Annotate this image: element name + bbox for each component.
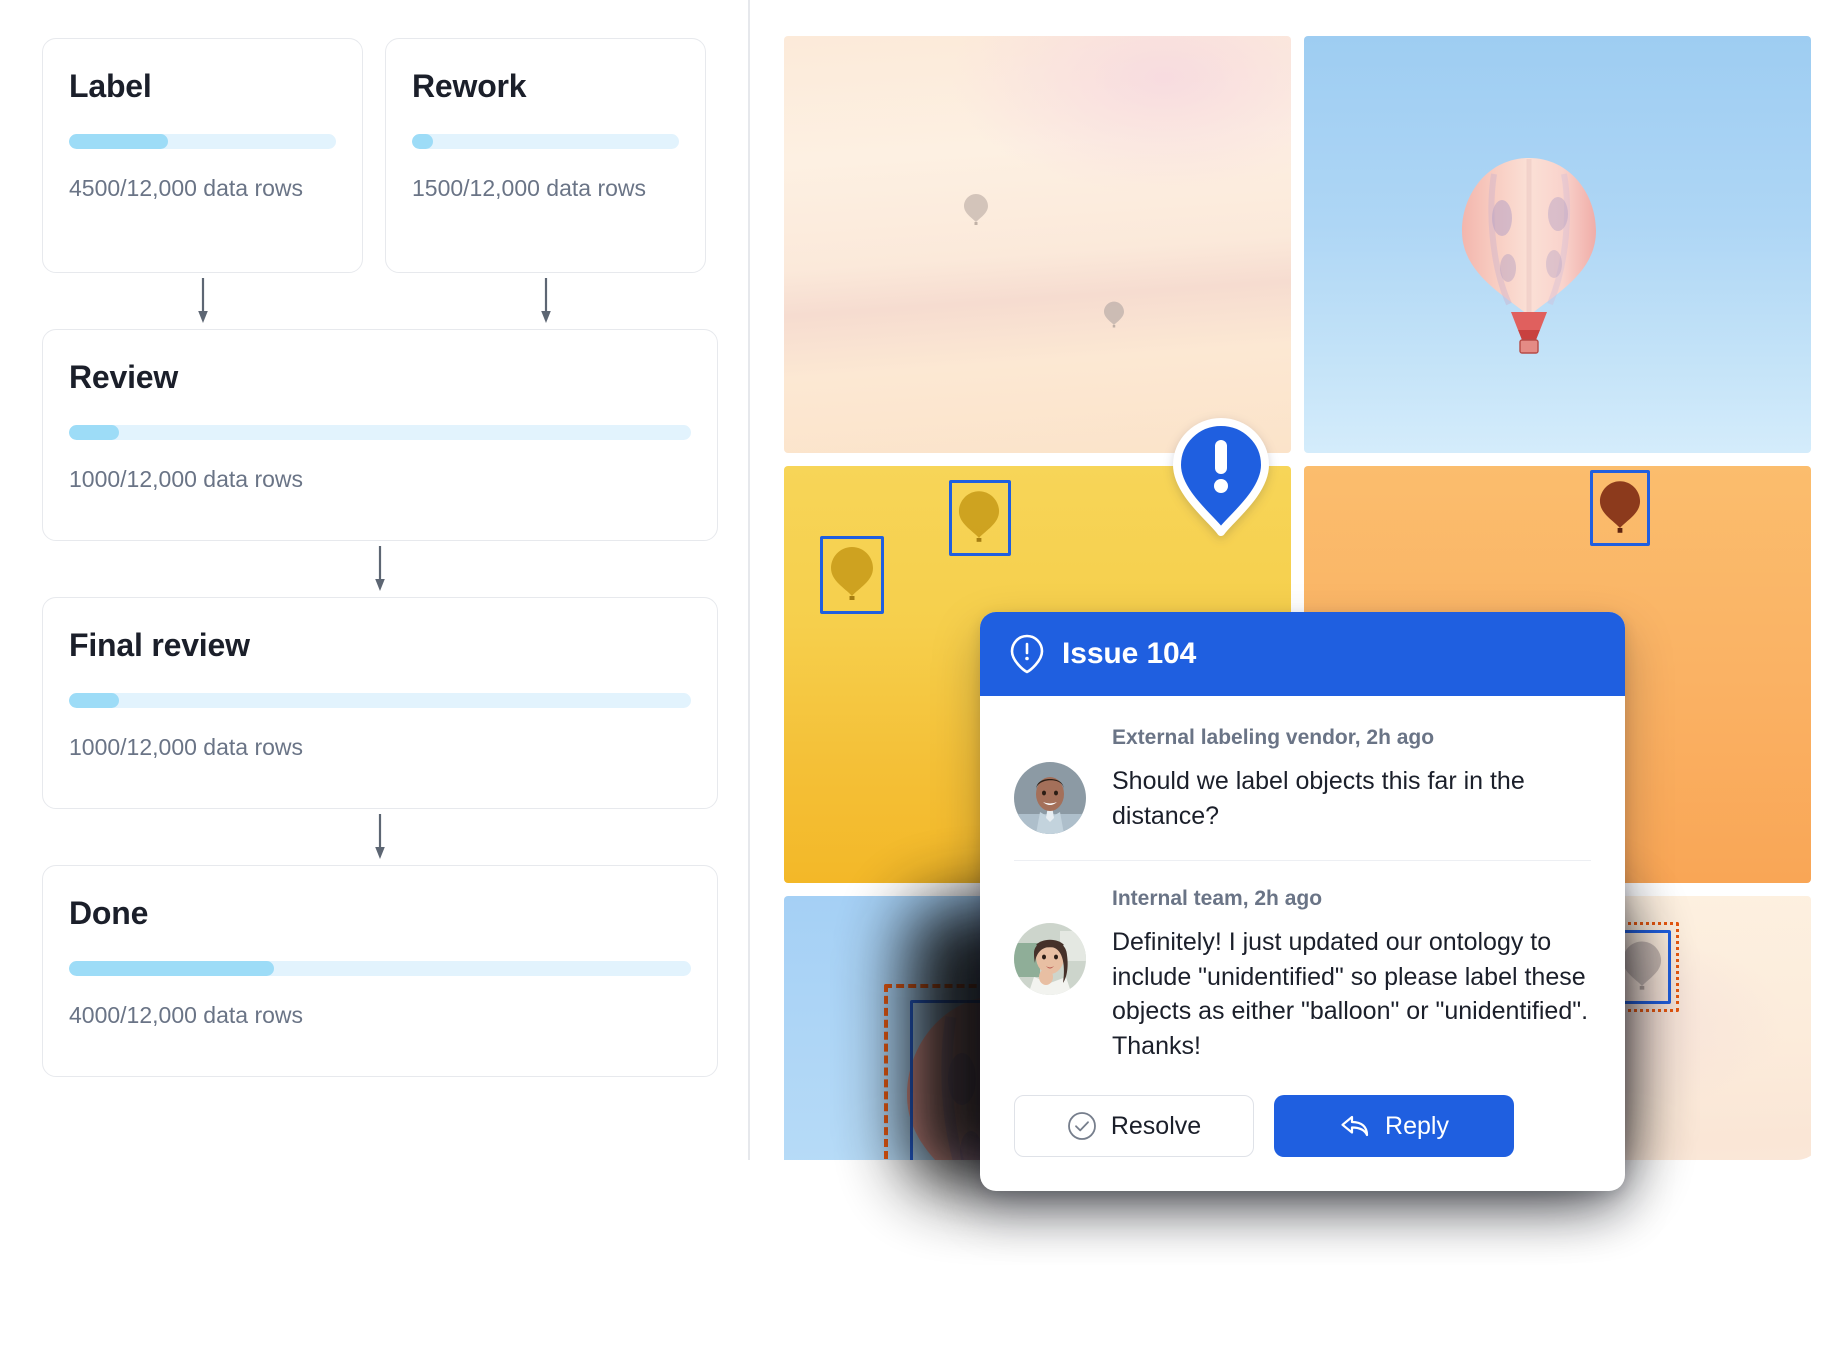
progress-fill bbox=[69, 425, 119, 441]
workflow-card-rework[interactable]: Rework 1500/12,000 data rows bbox=[385, 38, 706, 273]
workflow-top-row: Label 4500/12,000 data rows Rework 1500/… bbox=[42, 38, 706, 273]
progress-fill bbox=[69, 961, 275, 977]
issue-dialog-actions: Resolve Reply bbox=[980, 1089, 1625, 1191]
arrow-down-icon bbox=[540, 278, 551, 323]
gallery-tile[interactable] bbox=[1304, 36, 1811, 453]
reply-button-label: Reply bbox=[1385, 1111, 1449, 1140]
workflow-card-title: Rework bbox=[412, 68, 527, 104]
issue-dialog: Issue 104 External labeling vendor, 2h a… bbox=[980, 612, 1625, 1191]
workflow-card-title: Review bbox=[69, 359, 179, 395]
issue-dialog-header: Issue 104 bbox=[980, 612, 1625, 696]
workflow-card-rows: 1000/12,000 data rows bbox=[69, 466, 304, 493]
workflow-card-review[interactable]: Review 1000/12,000 data rows bbox=[42, 329, 718, 541]
workflow-card-label[interactable]: Label 4500/12,000 data rows bbox=[42, 38, 363, 273]
workflow-card-rows: 1000/12,000 data rows bbox=[69, 734, 304, 761]
comment-item: Internal team, 2h ago Definitely! I just… bbox=[1014, 860, 1591, 1089]
progress-track bbox=[69, 425, 691, 441]
bounding-box[interactable] bbox=[949, 480, 1011, 556]
avatar-external-vendor bbox=[1014, 762, 1086, 834]
workflow-card-rows: 4500/12,000 data rows bbox=[69, 175, 304, 202]
workflow-card-title: Label bbox=[69, 68, 152, 104]
progress-fill bbox=[69, 134, 168, 150]
progress-fill bbox=[69, 693, 119, 709]
issue-pin-exclamation-icon[interactable] bbox=[1172, 418, 1270, 536]
workflow-column: Label 4500/12,000 data rows Rework 1500/… bbox=[0, 0, 748, 1160]
issue-dialog-title: Issue 104 bbox=[1062, 637, 1197, 670]
reply-button[interactable]: Reply bbox=[1274, 1095, 1514, 1157]
arrow-down-icon bbox=[375, 814, 385, 859]
bounding-box[interactable] bbox=[820, 536, 884, 614]
arrow-row-bottom bbox=[42, 809, 718, 865]
gallery-tile[interactable] bbox=[784, 36, 1291, 453]
comment-text: Definitely! I just updated our ontology … bbox=[1112, 928, 1589, 1060]
workflow-card-done[interactable]: Done 4000/12,000 data rows bbox=[42, 865, 718, 1077]
balloon-icon bbox=[1462, 158, 1596, 354]
balloon-icon bbox=[964, 194, 988, 225]
arrow-down-icon bbox=[375, 546, 385, 591]
progress-track bbox=[69, 134, 336, 150]
reply-arrow-icon bbox=[1341, 1115, 1369, 1137]
workflow-card-title: Final review bbox=[69, 627, 250, 663]
arrow-down-icon bbox=[197, 278, 208, 323]
workflow-card-final-review[interactable]: Final review 1000/12,000 data rows bbox=[42, 597, 718, 809]
issue-pin-icon bbox=[1010, 634, 1044, 674]
progress-track bbox=[69, 961, 691, 977]
bounding-box[interactable] bbox=[1590, 470, 1650, 546]
workflow-card-rows: 4000/12,000 data rows bbox=[69, 1002, 304, 1029]
arrow-row-top bbox=[42, 273, 706, 329]
resolve-button[interactable]: Resolve bbox=[1014, 1095, 1254, 1157]
avatar-internal-team bbox=[1014, 923, 1086, 995]
progress-track bbox=[412, 134, 679, 150]
comment-item: External labeling vendor, 2h ago Should … bbox=[1014, 726, 1591, 860]
workflow-card-title: Done bbox=[69, 895, 149, 931]
comment-author-meta: Internal team, 2h ago bbox=[1112, 887, 1323, 910]
workflow-card-rows: 1500/12,000 data rows bbox=[412, 175, 647, 202]
resolve-button-label: Resolve bbox=[1110, 1111, 1202, 1140]
comment-text: Should we label objects this far in the … bbox=[1112, 767, 1525, 830]
screenshot-root: Label 4500/12,000 data rows Rework 1500/… bbox=[0, 0, 1824, 1346]
check-circle-icon bbox=[1067, 1112, 1096, 1140]
progress-fill bbox=[412, 134, 434, 150]
balloon-icon bbox=[1104, 301, 1124, 328]
arrow-row-mid bbox=[42, 541, 718, 597]
issue-dialog-body: External labeling vendor, 2h ago Should … bbox=[980, 696, 1625, 1089]
progress-track bbox=[69, 693, 691, 709]
comment-author-meta: External labeling vendor, 2h ago bbox=[1112, 726, 1435, 749]
